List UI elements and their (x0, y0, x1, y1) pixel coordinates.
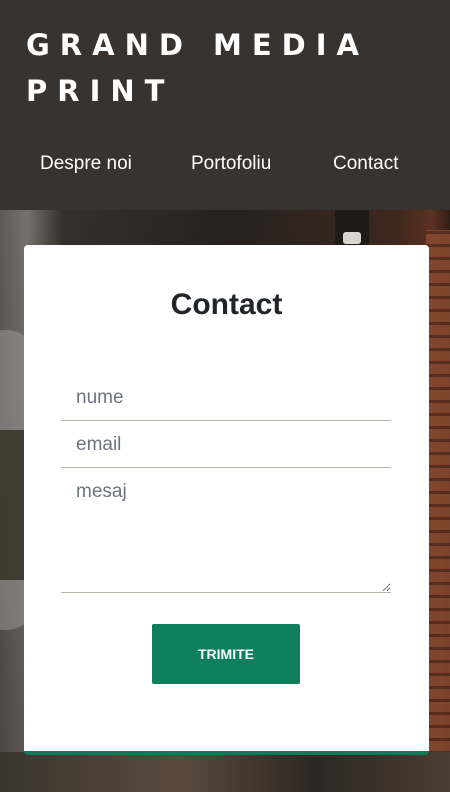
photo-decor-bottom (0, 752, 450, 792)
name-input[interactable] (61, 375, 391, 421)
nav-link-despre-noi[interactable]: Despre noi (40, 153, 132, 175)
main-nav: Despre noi Portofoliu Contact (0, 145, 450, 187)
brand-logo-text[interactable]: GRAND MEDIA PRINT (26, 22, 386, 114)
submit-button[interactable]: TRIMITE (152, 624, 300, 684)
contact-form-card: Contact TRIMITE (24, 245, 429, 755)
photo-decor-lamp-light (343, 232, 361, 244)
email-input[interactable] (61, 422, 391, 468)
site-header: GRAND MEDIA PRINT Despre noi Portofoliu … (0, 0, 450, 210)
photo-decor-brick-wall (426, 230, 450, 790)
contact-form-title: Contact (170, 288, 283, 321)
photo-decor-shadow (0, 430, 24, 580)
nav-link-contact[interactable]: Contact (333, 153, 398, 175)
message-textarea[interactable] (61, 473, 391, 593)
nav-link-portofoliu[interactable]: Portofoliu (191, 153, 271, 175)
